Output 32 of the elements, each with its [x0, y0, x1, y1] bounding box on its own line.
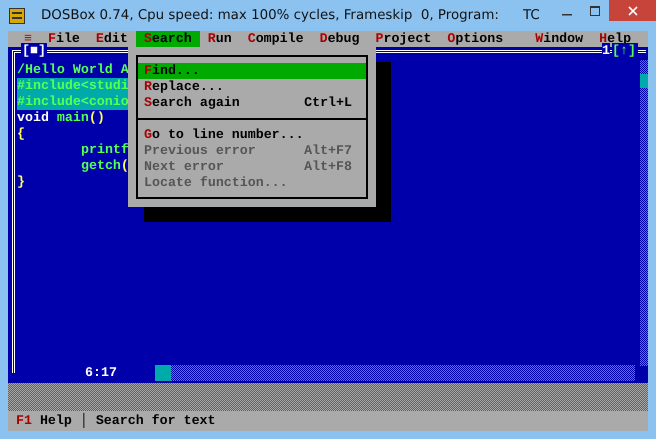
- menu-item[interactable]: Options: [439, 31, 512, 47]
- menu-option[interactable]: Search again Ctrl+L: [138, 95, 366, 111]
- code-line: }: [17, 174, 25, 190]
- window-title: DOSBox 0.74, Cpu speed: max 100% cycles, Frameskip 0, Program:: [41, 8, 499, 23]
- program-name: TC: [522, 8, 540, 23]
- menu-item[interactable]: Debug: [312, 31, 368, 47]
- menu-item[interactable]: Window: [527, 31, 592, 47]
- close-button[interactable]: [609, 0, 656, 21]
- code-line: getch(: [80, 158, 129, 174]
- horizontal-scrollbar[interactable]: [155, 365, 635, 381]
- close-box[interactable]: [■]: [21, 43, 47, 59]
- vertical-scrollbar[interactable]: [640, 60, 648, 366]
- menu-item[interactable]: Compile: [240, 31, 312, 47]
- help-label: Help: [38, 413, 73, 429]
- menu-item[interactable]: Search: [136, 31, 200, 47]
- menu-item[interactable]: Edit: [88, 31, 136, 47]
- zoom-box[interactable]: [↑]: [612, 43, 638, 59]
- minimize-icon: [562, 14, 572, 16]
- menu-option[interactable]: Go to line number...: [138, 127, 366, 143]
- code-line: void main(): [17, 110, 105, 126]
- code-line: {: [17, 126, 25, 142]
- status-hint: Search for text: [94, 413, 216, 429]
- menu-option[interactable]: Find...: [138, 63, 366, 79]
- menu-item[interactable]: Project: [367, 31, 440, 47]
- menu-item[interactable]: Run: [200, 31, 240, 47]
- app-icon: [9, 8, 25, 24]
- code-line: /Hello World A: [17, 62, 129, 78]
- close-icon: [628, 6, 638, 16]
- maximize-icon: [590, 6, 600, 16]
- separator-text: │: [80, 413, 88, 429]
- code-line: printf: [80, 142, 129, 158]
- menu-option[interactable]: Replace...: [138, 79, 366, 95]
